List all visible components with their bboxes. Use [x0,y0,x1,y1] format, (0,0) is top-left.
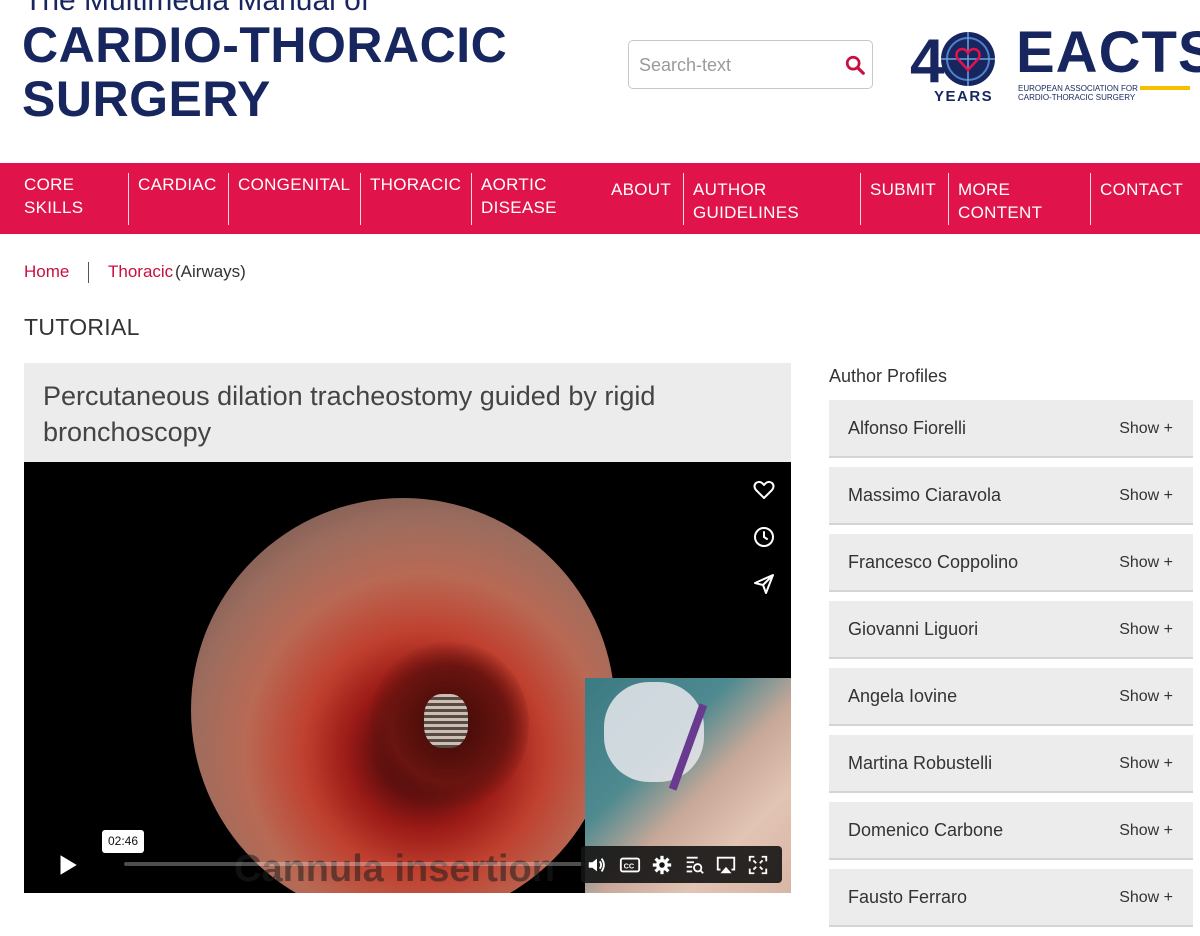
author-show-toggle[interactable]: Show + [1119,487,1173,505]
nav-label-line1: MORE [958,180,1011,199]
author-show-toggle[interactable]: Show + [1119,621,1173,639]
search-icon[interactable] [844,54,866,76]
author-show-toggle[interactable]: Show + [1119,420,1173,438]
heart-icon[interactable] [752,478,776,502]
author-show-toggle[interactable]: Show + [1119,554,1173,572]
author-profiles-list: Alfonso Fiorelli Show + Massimo Ciaravola S… [829,400,1193,936]
nav-label-line2: SKILLS [24,198,84,217]
eacts-40-years-logo[interactable]: 40 YEARS [910,26,1002,104]
video-player[interactable]: Cannula insertion 02:46 CC [24,462,791,893]
author-profile-row[interactable]: Fausto Ferraro Show + [829,869,1193,927]
nav-item-cardiac[interactable]: CARDIAC [138,173,217,196]
author-profile-row[interactable]: Martina Robustelli Show + [829,735,1193,793]
eacts-logo-word[interactable]: EACTS [1016,24,1200,82]
author-profile-row[interactable]: Giovanni Liguori Show + [829,601,1193,659]
author-profile-row[interactable]: Massimo Ciaravola Show + [829,467,1193,525]
fullscreen-icon[interactable] [747,854,769,876]
author-show-toggle[interactable]: Show + [1119,822,1173,840]
nav-divider [948,173,949,225]
settings-icon[interactable] [651,854,673,876]
nav-divider [360,173,361,225]
article-title-box: Percutaneous dilation tracheostomy guide… [24,363,791,462]
video-caption-overlay: Cannula insertion [234,848,555,890]
author-profile-row[interactable]: Domenico Carbone Show + [829,802,1193,860]
author-profile-row[interactable]: Alfonso Fiorelli Show + [829,400,1193,458]
eacts-years-label: YEARS [934,88,993,104]
nav-label-line1: AORTIC [481,175,547,194]
article-title: Percutaneous dilation tracheostomy guide… [43,381,656,447]
author-name: Francesco Coppolino [848,552,1019,572]
nav-label-line1: CARDIAC [138,175,217,194]
nav-divider [1090,173,1091,225]
author-profile-row[interactable]: Francesco Coppolino Show + [829,534,1193,592]
svg-text:CC: CC [624,862,635,871]
author-show-toggle[interactable]: Show + [1119,755,1173,773]
search-box [628,40,873,89]
nav-item-thoracic[interactable]: THORACIC [370,173,461,196]
cc-icon[interactable]: CC [619,854,641,876]
breadcrumb-divider [88,262,89,283]
player-control-bar: CC [581,846,782,883]
progress-time-tooltip: 02:46 [102,830,145,853]
progress-bar[interactable] [124,862,584,866]
nav-item-more-content[interactable]: MORE CONTENT [958,178,1042,224]
nav-label-line1: SUBMIT [870,180,937,199]
airplay-icon[interactable] [715,854,737,876]
nav-item-about[interactable]: ABOUT [611,178,671,201]
nav-divider [228,173,229,225]
nav-divider [128,173,129,225]
nav-label-line2: CONTENT [958,203,1043,222]
nav-label-line1: CONGENITAL [238,175,351,194]
share-icon[interactable] [752,572,776,596]
author-name: Giovanni Liguori [848,619,979,639]
play-icon[interactable] [54,852,80,878]
nav-label-line1: THORACIC [370,175,462,194]
site-header: The Multimedia Manual of CARDIO-THORACIC… [0,0,1200,163]
author-name: Angela Iovine [848,686,958,706]
eacts-subtitle-line1: EUROPEAN ASSOCIATION FOR [1018,84,1138,93]
main-nav: CORE SKILLS CARDIAC CONGENITAL THORACIC … [0,163,1200,234]
nav-label-line1: AUTHOR [693,180,767,199]
author-name: Domenico Carbone [848,820,1004,840]
logo-title-line1[interactable]: CARDIO-THORACIC [22,18,507,72]
content-type-label: TUTORIAL [24,314,140,340]
nav-item-author-guidelines[interactable]: AUTHOR GUIDELINES [693,178,799,224]
logo-subtitle[interactable]: The Multimedia Manual of [24,0,369,16]
nav-label-line2: DISEASE [481,198,557,217]
transcript-icon[interactable] [683,854,705,876]
clock-icon[interactable] [752,525,776,549]
breadcrumb-section-link[interactable]: Thoracic [108,262,173,282]
cannula-coil [424,694,468,748]
author-show-toggle[interactable]: Show + [1119,688,1173,706]
author-name: Martina Robustelli [848,753,993,773]
volume-icon[interactable] [586,854,608,876]
author-name: Fausto Ferraro [848,887,968,907]
nav-label-line2: GUIDELINES [693,203,799,222]
nav-label-line1: ABOUT [611,180,672,199]
nav-item-core-skills[interactable]: CORE SKILLS [24,173,83,219]
nav-item-aortic-disease[interactable]: AORTIC DISEASE [481,173,557,219]
author-name: Massimo Ciaravola [848,485,1002,505]
breadcrumb-subsection: (Airways) [175,262,246,281]
eacts-accent-bar [1140,86,1190,90]
author-profiles-heading: Author Profiles [829,366,948,386]
nav-item-submit[interactable]: SUBMIT [870,178,936,201]
author-name: Alfonso Fiorelli [848,418,967,438]
logo-title-line2[interactable]: SURGERY [22,72,271,126]
nav-label-line1: CONTACT [1100,180,1183,199]
breadcrumb-home-link[interactable]: Home [24,262,69,282]
author-show-toggle[interactable]: Show + [1119,889,1173,907]
author-profile-row[interactable]: Angela Iovine Show + [829,668,1193,726]
eacts-subtitle-line2: CARDIO-THORACIC SURGERY [1018,93,1136,102]
search-input[interactable] [639,51,829,79]
nav-divider [471,173,472,225]
nav-item-congenital[interactable]: CONGENITAL [238,173,350,196]
nav-label-line1: CORE [24,175,75,194]
nav-divider [683,173,684,225]
nav-item-contact[interactable]: CONTACT [1100,178,1183,201]
nav-divider [860,173,861,225]
